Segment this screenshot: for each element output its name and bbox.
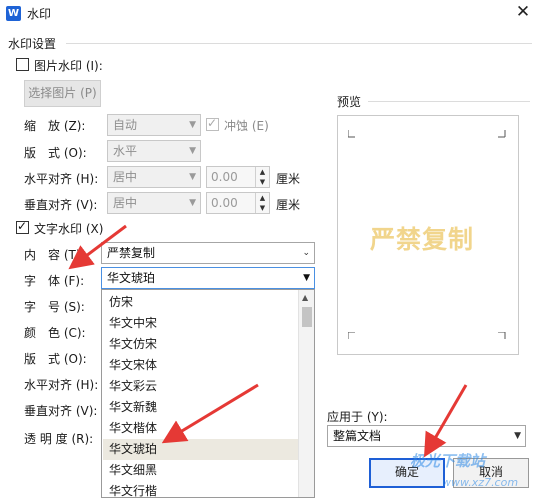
annotation-arrows xyxy=(68,224,468,458)
arrow-to-font-option xyxy=(161,383,259,444)
arrow-to-font-label xyxy=(68,224,127,270)
arrow-to-ok-button xyxy=(423,384,468,458)
